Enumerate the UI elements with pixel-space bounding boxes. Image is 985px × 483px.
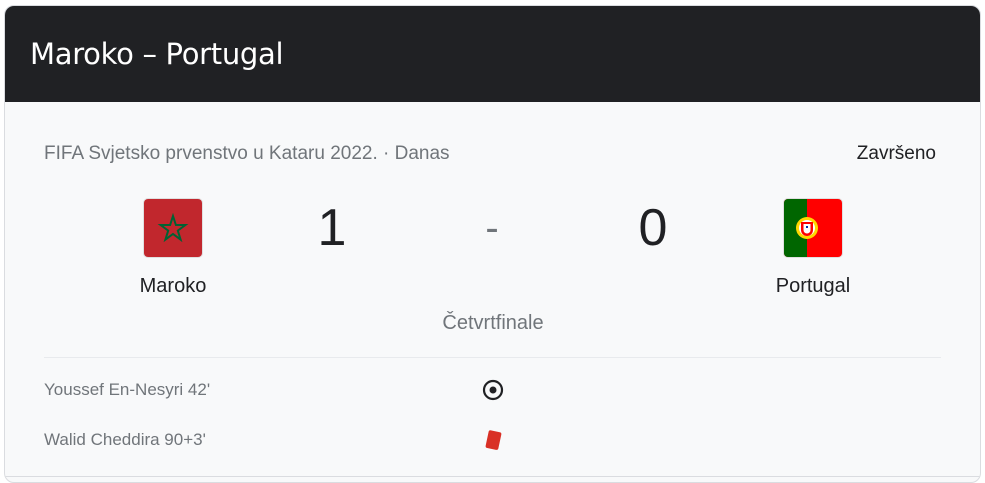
event-goal-text: Youssef En-Nesyri 42': [44, 380, 211, 399]
competition-and-date[interactable]: FIFA Svjetsko prvenstvo u Kataru 2022. ·…: [44, 142, 450, 166]
away-team-name[interactable]: Portugal: [723, 274, 903, 298]
score-separator: -: [485, 206, 499, 250]
match-header: Maroko – Portugal: [5, 6, 980, 102]
match-round: Četvrtfinale: [442, 312, 544, 334]
divider: [44, 357, 941, 358]
match-title: Maroko – Portugal: [30, 37, 284, 71]
home-score: 1: [317, 199, 347, 257]
card-bottom-border: [5, 476, 980, 477]
red-card-icon: [481, 428, 505, 452]
home-team-name[interactable]: Maroko: [83, 274, 263, 298]
morocco-flag-icon[interactable]: [144, 199, 202, 257]
match-status: Završeno: [856, 143, 936, 164]
goal-icon: [481, 378, 505, 402]
away-score: 0: [638, 199, 668, 257]
match-card: Maroko – Portugal FIFA Svjetsko prvenstv…: [4, 5, 981, 483]
event-red-card-text: Walid Cheddira 90+3': [44, 430, 206, 449]
portugal-flag-icon[interactable]: [784, 199, 842, 257]
